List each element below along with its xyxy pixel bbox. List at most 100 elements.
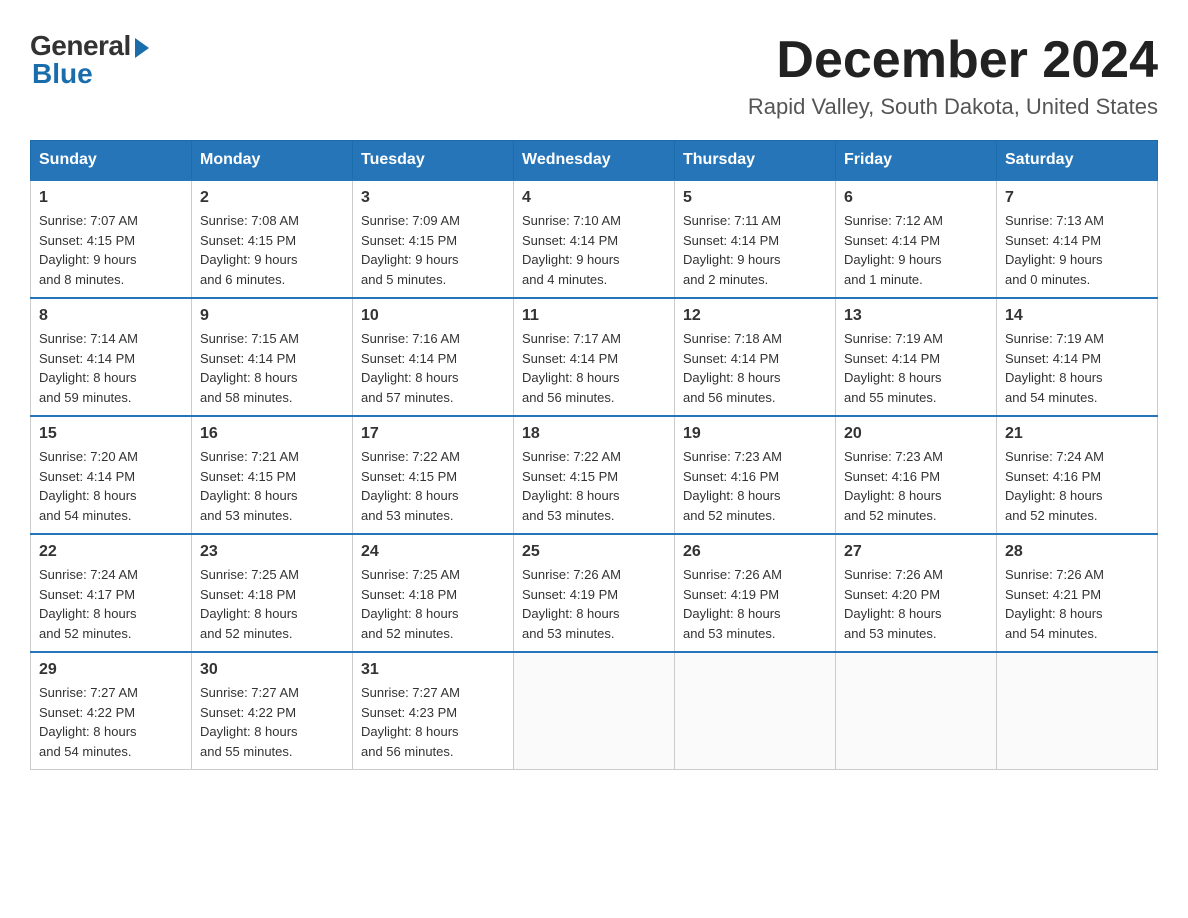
day-info: Sunrise: 7:27 AMSunset: 4:22 PMDaylight:… (39, 683, 183, 761)
table-row: 29 Sunrise: 7:27 AMSunset: 4:22 PMDayligh… (31, 652, 192, 770)
calendar-body: 1Sunrise: 7:07 AMSunset: 4:15 PMDaylight… (31, 180, 1158, 770)
header-monday: Monday (192, 141, 353, 181)
logo: General Blue (30, 30, 149, 90)
table-row (836, 652, 997, 770)
day-info: Sunrise: 7:14 AMSunset: 4:14 PMDaylight:… (39, 329, 183, 407)
table-row: 9Sunrise: 7:15 AMSunset: 4:14 PMDaylight… (192, 298, 353, 416)
calendar-week-row: 15Sunrise: 7:20 AMSunset: 4:14 PMDayligh… (31, 416, 1158, 534)
day-info: Sunrise: 7:26 AMSunset: 4:21 PMDaylight:… (1005, 565, 1149, 643)
table-row: 11Sunrise: 7:17 AMSunset: 4:14 PMDayligh… (514, 298, 675, 416)
day-number: 29 (39, 661, 183, 679)
calendar-week-row: 22Sunrise: 7:24 AMSunset: 4:17 PMDayligh… (31, 534, 1158, 652)
location-title: Rapid Valley, South Dakota, United State… (748, 94, 1158, 120)
table-row: 24 Sunrise: 7:25 AMSunset: 4:18 PMDayligh… (353, 534, 514, 652)
day-info: Sunrise: 7:10 AMSunset: 4:14 PMDaylight:… (522, 211, 666, 289)
table-row: 1Sunrise: 7:07 AMSunset: 4:15 PMDaylight… (31, 180, 192, 298)
table-row: 28 Sunrise: 7:26 AMSunset: 4:21 PMDayligh… (997, 534, 1158, 652)
day-info: Sunrise: 7:09 AMSunset: 4:15 PMDaylight:… (361, 211, 505, 289)
day-number: 4 (522, 189, 666, 207)
table-row: 21 Sunrise: 7:24 AMSunset: 4:16 PMDayligh… (997, 416, 1158, 534)
day-info: Sunrise: 7:23 AMSunset: 4:16 PMDaylight:… (844, 447, 988, 525)
day-number: 26 (683, 543, 827, 561)
table-row: 7Sunrise: 7:13 AMSunset: 4:14 PMDaylight… (997, 180, 1158, 298)
day-number: 16 (200, 425, 344, 443)
table-row (675, 652, 836, 770)
header-saturday: Saturday (997, 141, 1158, 181)
logo-arrow-icon (135, 38, 149, 58)
table-row: 20 Sunrise: 7:23 AMSunset: 4:16 PMDayligh… (836, 416, 997, 534)
day-info: Sunrise: 7:19 AMSunset: 4:14 PMDaylight:… (844, 329, 988, 407)
month-title: December 2024 (748, 30, 1158, 90)
table-row (997, 652, 1158, 770)
day-info: Sunrise: 7:12 AMSunset: 4:14 PMDaylight:… (844, 211, 988, 289)
calendar-week-row: 29 Sunrise: 7:27 AMSunset: 4:22 PMDayligh… (31, 652, 1158, 770)
day-number: 10 (361, 307, 505, 325)
day-info: Sunrise: 7:26 AMSunset: 4:19 PMDaylight:… (522, 565, 666, 643)
day-number: 30 (200, 661, 344, 679)
day-number: 8 (39, 307, 183, 325)
day-info: Sunrise: 7:26 AMSunset: 4:20 PMDaylight:… (844, 565, 988, 643)
day-info: Sunrise: 7:18 AMSunset: 4:14 PMDaylight:… (683, 329, 827, 407)
table-row: 22Sunrise: 7:24 AMSunset: 4:17 PMDayligh… (31, 534, 192, 652)
day-info: Sunrise: 7:17 AMSunset: 4:14 PMDaylight:… (522, 329, 666, 407)
day-number: 12 (683, 307, 827, 325)
day-info: Sunrise: 7:13 AMSunset: 4:14 PMDaylight:… (1005, 211, 1149, 289)
day-info: Sunrise: 7:11 AMSunset: 4:14 PMDaylight:… (683, 211, 827, 289)
day-info: Sunrise: 7:21 AMSunset: 4:15 PMDaylight:… (200, 447, 344, 525)
day-number: 5 (683, 189, 827, 207)
table-row: 31 Sunrise: 7:27 AMSunset: 4:23 PMDayligh… (353, 652, 514, 770)
table-row: 8 Sunrise: 7:14 AMSunset: 4:14 PMDaylight… (31, 298, 192, 416)
table-row: 18 Sunrise: 7:22 AMSunset: 4:15 PMDayligh… (514, 416, 675, 534)
day-info: Sunrise: 7:22 AMSunset: 4:15 PMDaylight:… (522, 447, 666, 525)
day-number: 18 (522, 425, 666, 443)
day-number: 3 (361, 189, 505, 207)
table-row: 27 Sunrise: 7:26 AMSunset: 4:20 PMDayligh… (836, 534, 997, 652)
day-number: 24 (361, 543, 505, 561)
logo-blue-text: Blue (32, 58, 93, 90)
table-row: 3 Sunrise: 7:09 AMSunset: 4:15 PMDaylight… (353, 180, 514, 298)
day-number: 2 (200, 189, 344, 207)
title-area: December 2024 Rapid Valley, South Dakota… (748, 30, 1158, 120)
header-wednesday: Wednesday (514, 141, 675, 181)
day-info: Sunrise: 7:24 AMSunset: 4:17 PMDaylight:… (39, 565, 183, 643)
day-number: 19 (683, 425, 827, 443)
header-sunday: Sunday (31, 141, 192, 181)
day-info: Sunrise: 7:16 AMSunset: 4:14 PMDaylight:… (361, 329, 505, 407)
calendar-week-row: 1Sunrise: 7:07 AMSunset: 4:15 PMDaylight… (31, 180, 1158, 298)
calendar-table: Sunday Monday Tuesday Wednesday Thursday… (30, 140, 1158, 770)
day-number: 28 (1005, 543, 1149, 561)
header-tuesday: Tuesday (353, 141, 514, 181)
table-row: 30 Sunrise: 7:27 AMSunset: 4:22 PMDayligh… (192, 652, 353, 770)
calendar-header-row: Sunday Monday Tuesday Wednesday Thursday… (31, 141, 1158, 181)
day-info: Sunrise: 7:23 AMSunset: 4:16 PMDaylight:… (683, 447, 827, 525)
day-number: 31 (361, 661, 505, 679)
header: General Blue December 2024 Rapid Valley,… (30, 30, 1158, 120)
table-row: 15Sunrise: 7:20 AMSunset: 4:14 PMDayligh… (31, 416, 192, 534)
table-row: 12 Sunrise: 7:18 AMSunset: 4:14 PMDayligh… (675, 298, 836, 416)
table-row: 13 Sunrise: 7:19 AMSunset: 4:14 PMDayligh… (836, 298, 997, 416)
day-info: Sunrise: 7:25 AMSunset: 4:18 PMDaylight:… (200, 565, 344, 643)
table-row: 2 Sunrise: 7:08 AMSunset: 4:15 PMDaylight… (192, 180, 353, 298)
day-info: Sunrise: 7:24 AMSunset: 4:16 PMDaylight:… (1005, 447, 1149, 525)
day-number: 15 (39, 425, 183, 443)
day-number: 20 (844, 425, 988, 443)
day-number: 27 (844, 543, 988, 561)
table-row: 5 Sunrise: 7:11 AMSunset: 4:14 PMDaylight… (675, 180, 836, 298)
day-info: Sunrise: 7:19 AMSunset: 4:14 PMDaylight:… (1005, 329, 1149, 407)
header-thursday: Thursday (675, 141, 836, 181)
day-info: Sunrise: 7:26 AMSunset: 4:19 PMDaylight:… (683, 565, 827, 643)
day-info: Sunrise: 7:27 AMSunset: 4:22 PMDaylight:… (200, 683, 344, 761)
table-row: 10 Sunrise: 7:16 AMSunset: 4:14 PMDayligh… (353, 298, 514, 416)
table-row: 16 Sunrise: 7:21 AMSunset: 4:15 PMDayligh… (192, 416, 353, 534)
calendar-week-row: 8 Sunrise: 7:14 AMSunset: 4:14 PMDaylight… (31, 298, 1158, 416)
day-info: Sunrise: 7:08 AMSunset: 4:15 PMDaylight:… (200, 211, 344, 289)
day-number: 14 (1005, 307, 1149, 325)
table-row: 26 Sunrise: 7:26 AMSunset: 4:19 PMDayligh… (675, 534, 836, 652)
day-info: Sunrise: 7:22 AMSunset: 4:15 PMDaylight:… (361, 447, 505, 525)
day-number: 1 (39, 189, 183, 207)
day-number: 9 (200, 307, 344, 325)
day-info: Sunrise: 7:25 AMSunset: 4:18 PMDaylight:… (361, 565, 505, 643)
day-number: 21 (1005, 425, 1149, 443)
day-number: 13 (844, 307, 988, 325)
day-info: Sunrise: 7:27 AMSunset: 4:23 PMDaylight:… (361, 683, 505, 761)
